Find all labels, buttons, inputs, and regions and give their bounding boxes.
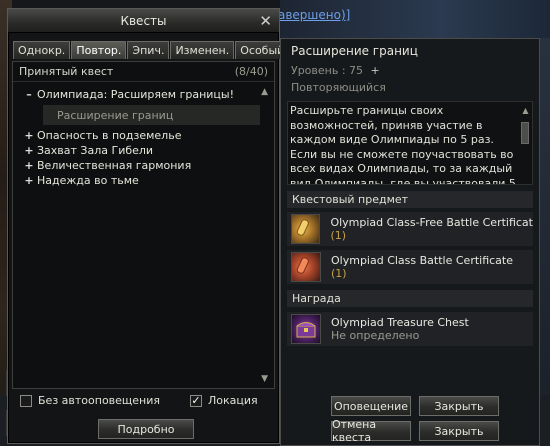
scroll-up-icon[interactable]: ▲ — [261, 87, 268, 97]
collapse-icon[interactable]: – — [21, 88, 37, 101]
scroll-thumb[interactable] — [521, 121, 529, 144]
no-notify-checkbox[interactable]: Без автооповещения — [20, 394, 160, 407]
cancel-quest-button[interactable]: Отмена квеста — [331, 418, 411, 444]
reward-name: Olympiad Treasure Chest — [331, 316, 469, 329]
item-qty: (1) — [331, 267, 347, 280]
close-button[interactable]: Закрыть — [419, 396, 499, 416]
quest-name: Надежда во тьме — [37, 174, 139, 187]
quest-list: – Олимпиада: Расширяем границы! Расширен… — [13, 82, 274, 188]
quest-item-expanded[interactable]: – Олимпиада: Расширяем границы! — [21, 87, 274, 102]
scroll-item-icon — [291, 252, 321, 282]
description-scrollbar[interactable]: ▲ — [521, 104, 530, 182]
scroll-up-icon[interactable]: ▲ — [521, 104, 530, 119]
no-notify-label: Без автооповещения — [38, 394, 161, 407]
quest-item-row[interactable]: Olympiad Class Battle Certificate (1) — [287, 250, 533, 284]
quest-description: Расширьте границы своих возможностей, пр… — [287, 101, 533, 185]
quest-name: Величественная гармония — [37, 159, 192, 172]
options-row: Без автооповещения ✓ Локация — [20, 394, 258, 407]
repeat-type: Повторяющийся — [291, 81, 386, 94]
item-name: Olympiad Class-Free Battle Certificat — [330, 216, 533, 229]
expand-icon[interactable]: + — [21, 129, 37, 142]
level-label: Уровень : — [291, 64, 346, 77]
list-item[interactable]: + Опасность в подземелье — [21, 128, 274, 143]
scroll-down-icon[interactable]: ▼ — [261, 374, 268, 384]
expand-icon[interactable]: + — [21, 159, 37, 172]
expand-icon[interactable]: + — [21, 144, 37, 157]
quest-window-titlebar[interactable]: Квесты ✕ — [8, 9, 279, 33]
notify-button[interactable]: Оповещение — [331, 396, 411, 416]
quest-window: Квесты ✕ Однокр. Повтор. Эпич. Изменен. … — [7, 8, 290, 444]
reward-row[interactable]: Olympiad Treasure Chest Не определено — [287, 312, 533, 346]
tab-changed[interactable]: Изменен. — [170, 41, 235, 59]
location-checkbox[interactable]: ✓ Локация — [190, 394, 258, 407]
quest-sub-item[interactable]: Расширение границ — [43, 105, 260, 125]
close-icon[interactable]: ✕ — [259, 12, 272, 30]
details-button[interactable]: Подробно — [98, 419, 194, 439]
accepted-quests-label: Принятый квест — [19, 65, 114, 78]
quest-level: Уровень : 75 + — [291, 64, 380, 77]
quest-tabs: Однокр. Повтор. Эпич. Изменен. Особый — [8, 33, 290, 59]
chat-link-fragment[interactable]: авершено)] — [278, 8, 350, 22]
scroll-item-icon — [291, 214, 321, 244]
accepted-quests-header: Принятый квест (8/40) — [13, 62, 274, 82]
expand-icon[interactable]: + — [21, 174, 37, 187]
location-label: Локация — [208, 394, 258, 407]
quest-count: (8/40) — [234, 65, 268, 78]
game-backdrop-right — [540, 38, 550, 446]
treasure-chest-icon — [291, 314, 321, 344]
quest-item-row[interactable]: Olympiad Class-Free Battle Certificat (1… — [287, 212, 533, 246]
quest-list-panel: Принятый квест (8/40) ▲ – Олимпиада: Рас… — [12, 61, 275, 389]
checkmark-icon[interactable]: ✓ — [190, 394, 203, 407]
reward-status: Не определено — [331, 329, 420, 342]
checkbox-box[interactable] — [20, 394, 32, 407]
quest-window-title: Квесты — [120, 13, 167, 28]
quest-detail-panel: Расширение границ Уровень : 75 + Повторя… — [280, 38, 540, 446]
reward-header: Награда — [287, 290, 533, 307]
quest-name: Захват Зала Гибели — [37, 144, 154, 157]
list-item[interactable]: + Надежда во тьме — [21, 173, 274, 188]
item-qty: (1) — [330, 229, 347, 242]
tab-repeatable[interactable]: Повтор. — [71, 41, 127, 59]
item-name: Olympiad Class Battle Certificate — [331, 254, 514, 267]
quest-item-header: Квестовый предмет — [287, 191, 533, 208]
tab-epic[interactable]: Эпич. — [127, 41, 170, 59]
list-item[interactable]: + Захват Зала Гибели — [21, 143, 274, 158]
close-button-2[interactable]: Закрыть — [419, 421, 499, 441]
quest-name: Олимпиада: Расширяем границы! — [37, 88, 234, 101]
quest-name: Опасность в подземелье — [37, 129, 182, 142]
description-text: Расширьте границы своих возможностей, пр… — [290, 104, 516, 185]
level-value: 75 — [349, 64, 364, 77]
quest-detail-title: Расширение границ — [291, 44, 418, 58]
tab-single[interactable]: Однокр. — [13, 41, 71, 59]
list-item[interactable]: + Величественная гармония — [21, 158, 274, 173]
level-plus: + — [370, 64, 380, 77]
